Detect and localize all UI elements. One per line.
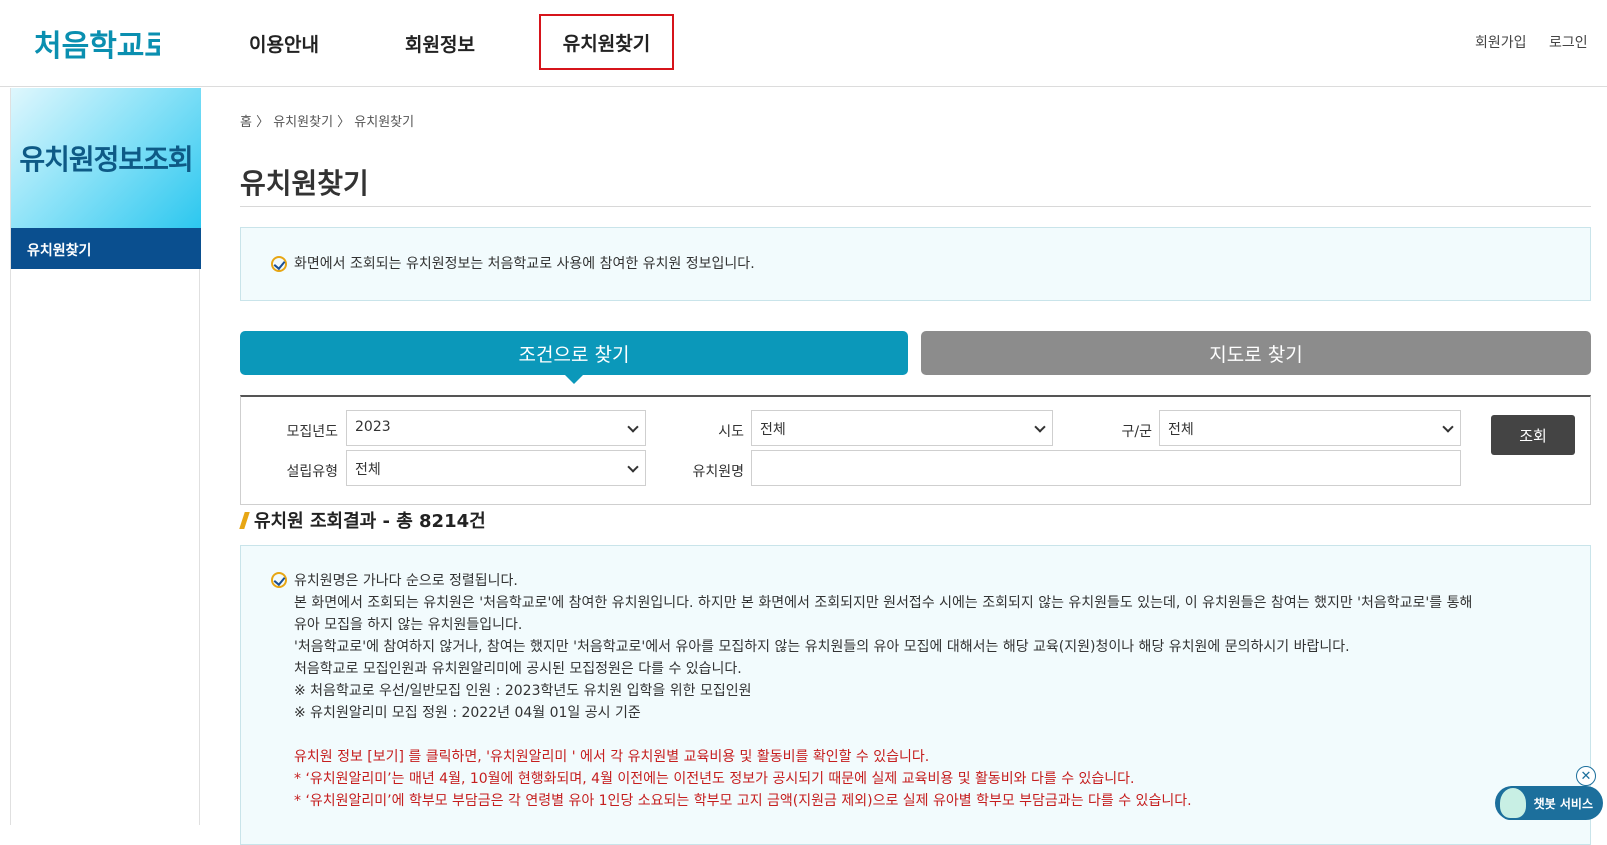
info-line: 유치원명은 가나다 순으로 정렬됩니다. bbox=[294, 573, 518, 589]
sido-select-value: 전체 bbox=[760, 422, 786, 438]
search-button-label: 조회 bbox=[1519, 426, 1547, 445]
login-link[interactable]: 로그인 bbox=[1549, 32, 1588, 52]
year-label: 모집년도 bbox=[286, 424, 338, 440]
info-line: '처음학교로'에 참여하지 않거나, 참여는 했지만 '처음학교로'에서 유아를… bbox=[294, 639, 1350, 655]
tab-search-by-condition-label: 조건으로 찾기 bbox=[518, 343, 630, 366]
chevron-down-icon bbox=[1034, 421, 1046, 433]
join-link[interactable]: 회원가입 bbox=[1475, 32, 1527, 52]
sido-label: 시도 bbox=[718, 424, 744, 440]
warning-line: * ‘유치원알리미’는 매년 4월, 10월에 현행화되며, 4월 이전에는 이… bbox=[294, 771, 1135, 787]
page-title: 유치원찾기 bbox=[240, 167, 369, 200]
title-divider bbox=[240, 206, 1591, 207]
chatbot-close-icon[interactable]: ✕ bbox=[1576, 766, 1596, 786]
chatbot-robot-icon bbox=[1498, 786, 1528, 820]
warning-line: 유치원 정보 [보기] 를 클릭하면, '유치원알리미 ' 에서 각 유치원별 … bbox=[294, 749, 930, 765]
chevron-down-icon bbox=[627, 461, 639, 473]
info-line: ※ 처음학교로 우선/일반모집 인원 : 2023학년도 유치원 입학을 위한 … bbox=[294, 683, 752, 699]
tab-search-by-map[interactable]: 지도로 찾기 bbox=[921, 331, 1591, 375]
check-circle-icon bbox=[271, 572, 287, 588]
nav-usage-guide[interactable]: 이용안내 bbox=[249, 30, 319, 57]
check-circle-icon bbox=[271, 256, 287, 272]
tab-search-by-condition[interactable]: 조건으로 찾기 bbox=[240, 331, 908, 375]
sidebar: 유치원정보조회 유치원찾기 bbox=[10, 88, 201, 825]
info-line: 유아 모집을 하지 않는 유치원들입니다. bbox=[294, 617, 523, 633]
tab-search-by-map-label: 지도로 찾기 bbox=[1209, 343, 1303, 366]
sido-select[interactable]: 전체 bbox=[751, 410, 1053, 446]
type-select-value: 전체 bbox=[355, 462, 381, 478]
info-line: 본 화면에서 조회되는 유치원은 '처음학교로'에 참여한 유치원입니다. 하지… bbox=[294, 595, 1473, 611]
year-select-value: 2023 bbox=[355, 419, 391, 435]
notice-text: 화면에서 조회되는 유치원정보는 처음학교로 사용에 참여한 유치원 정보입니다… bbox=[294, 256, 755, 272]
name-label: 유치원명 bbox=[692, 464, 744, 480]
site-logo[interactable]: 처음학교로 bbox=[30, 14, 172, 70]
gugun-select-value: 전체 bbox=[1168, 422, 1194, 438]
title-slash-icon bbox=[239, 512, 250, 529]
gugun-select[interactable]: 전체 bbox=[1159, 410, 1461, 446]
breadcrumb: 홈 〉 유치원찾기 〉 유치원찾기 bbox=[240, 115, 415, 130]
info-line: ※ 유치원알리미 모집 정원 : 2022년 04월 01일 공시 기준 bbox=[294, 705, 641, 721]
warning-line: * ‘유치원알리미’에 학부모 부담금은 각 연령별 유아 1인당 소요되는 학… bbox=[294, 793, 1192, 809]
type-select[interactable]: 전체 bbox=[346, 450, 646, 486]
nav-member-info[interactable]: 회원정보 bbox=[405, 30, 475, 57]
nav-find-kindergarten[interactable]: 유치원찾기 bbox=[539, 14, 674, 70]
site-header: 처음학교로 이용안내 회원정보 유치원찾기 회원가입 로그인 bbox=[0, 0, 1607, 87]
logo-text: 처음학교로 bbox=[34, 29, 160, 64]
year-select[interactable]: 2023 bbox=[346, 410, 646, 446]
type-label: 설립유형 bbox=[286, 464, 338, 480]
chevron-down-icon bbox=[627, 421, 639, 433]
gugun-label: 구/군 bbox=[1121, 424, 1152, 440]
sidebar-title: 유치원정보조회 bbox=[19, 143, 193, 176]
sidebar-item-find-kindergarten[interactable]: 유치원찾기 bbox=[11, 228, 201, 269]
active-tab-arrow-icon bbox=[565, 375, 583, 384]
nav-find-kindergarten-label: 유치원찾기 bbox=[562, 32, 651, 55]
info-line: 처음학교로 모집인원과 유치원알리미에 공시된 모집정원은 다를 수 있습니다. bbox=[294, 661, 742, 677]
search-button[interactable]: 조회 bbox=[1491, 415, 1575, 455]
chatbot-label: 챗봇 서비스 bbox=[1533, 796, 1593, 811]
chevron-down-icon bbox=[1442, 421, 1454, 433]
result-title: 유치원 조회결과 - 총 8214건 bbox=[254, 511, 486, 532]
sidebar-header: 유치원정보조회 bbox=[11, 88, 201, 228]
kindergarten-name-input[interactable] bbox=[751, 450, 1461, 486]
